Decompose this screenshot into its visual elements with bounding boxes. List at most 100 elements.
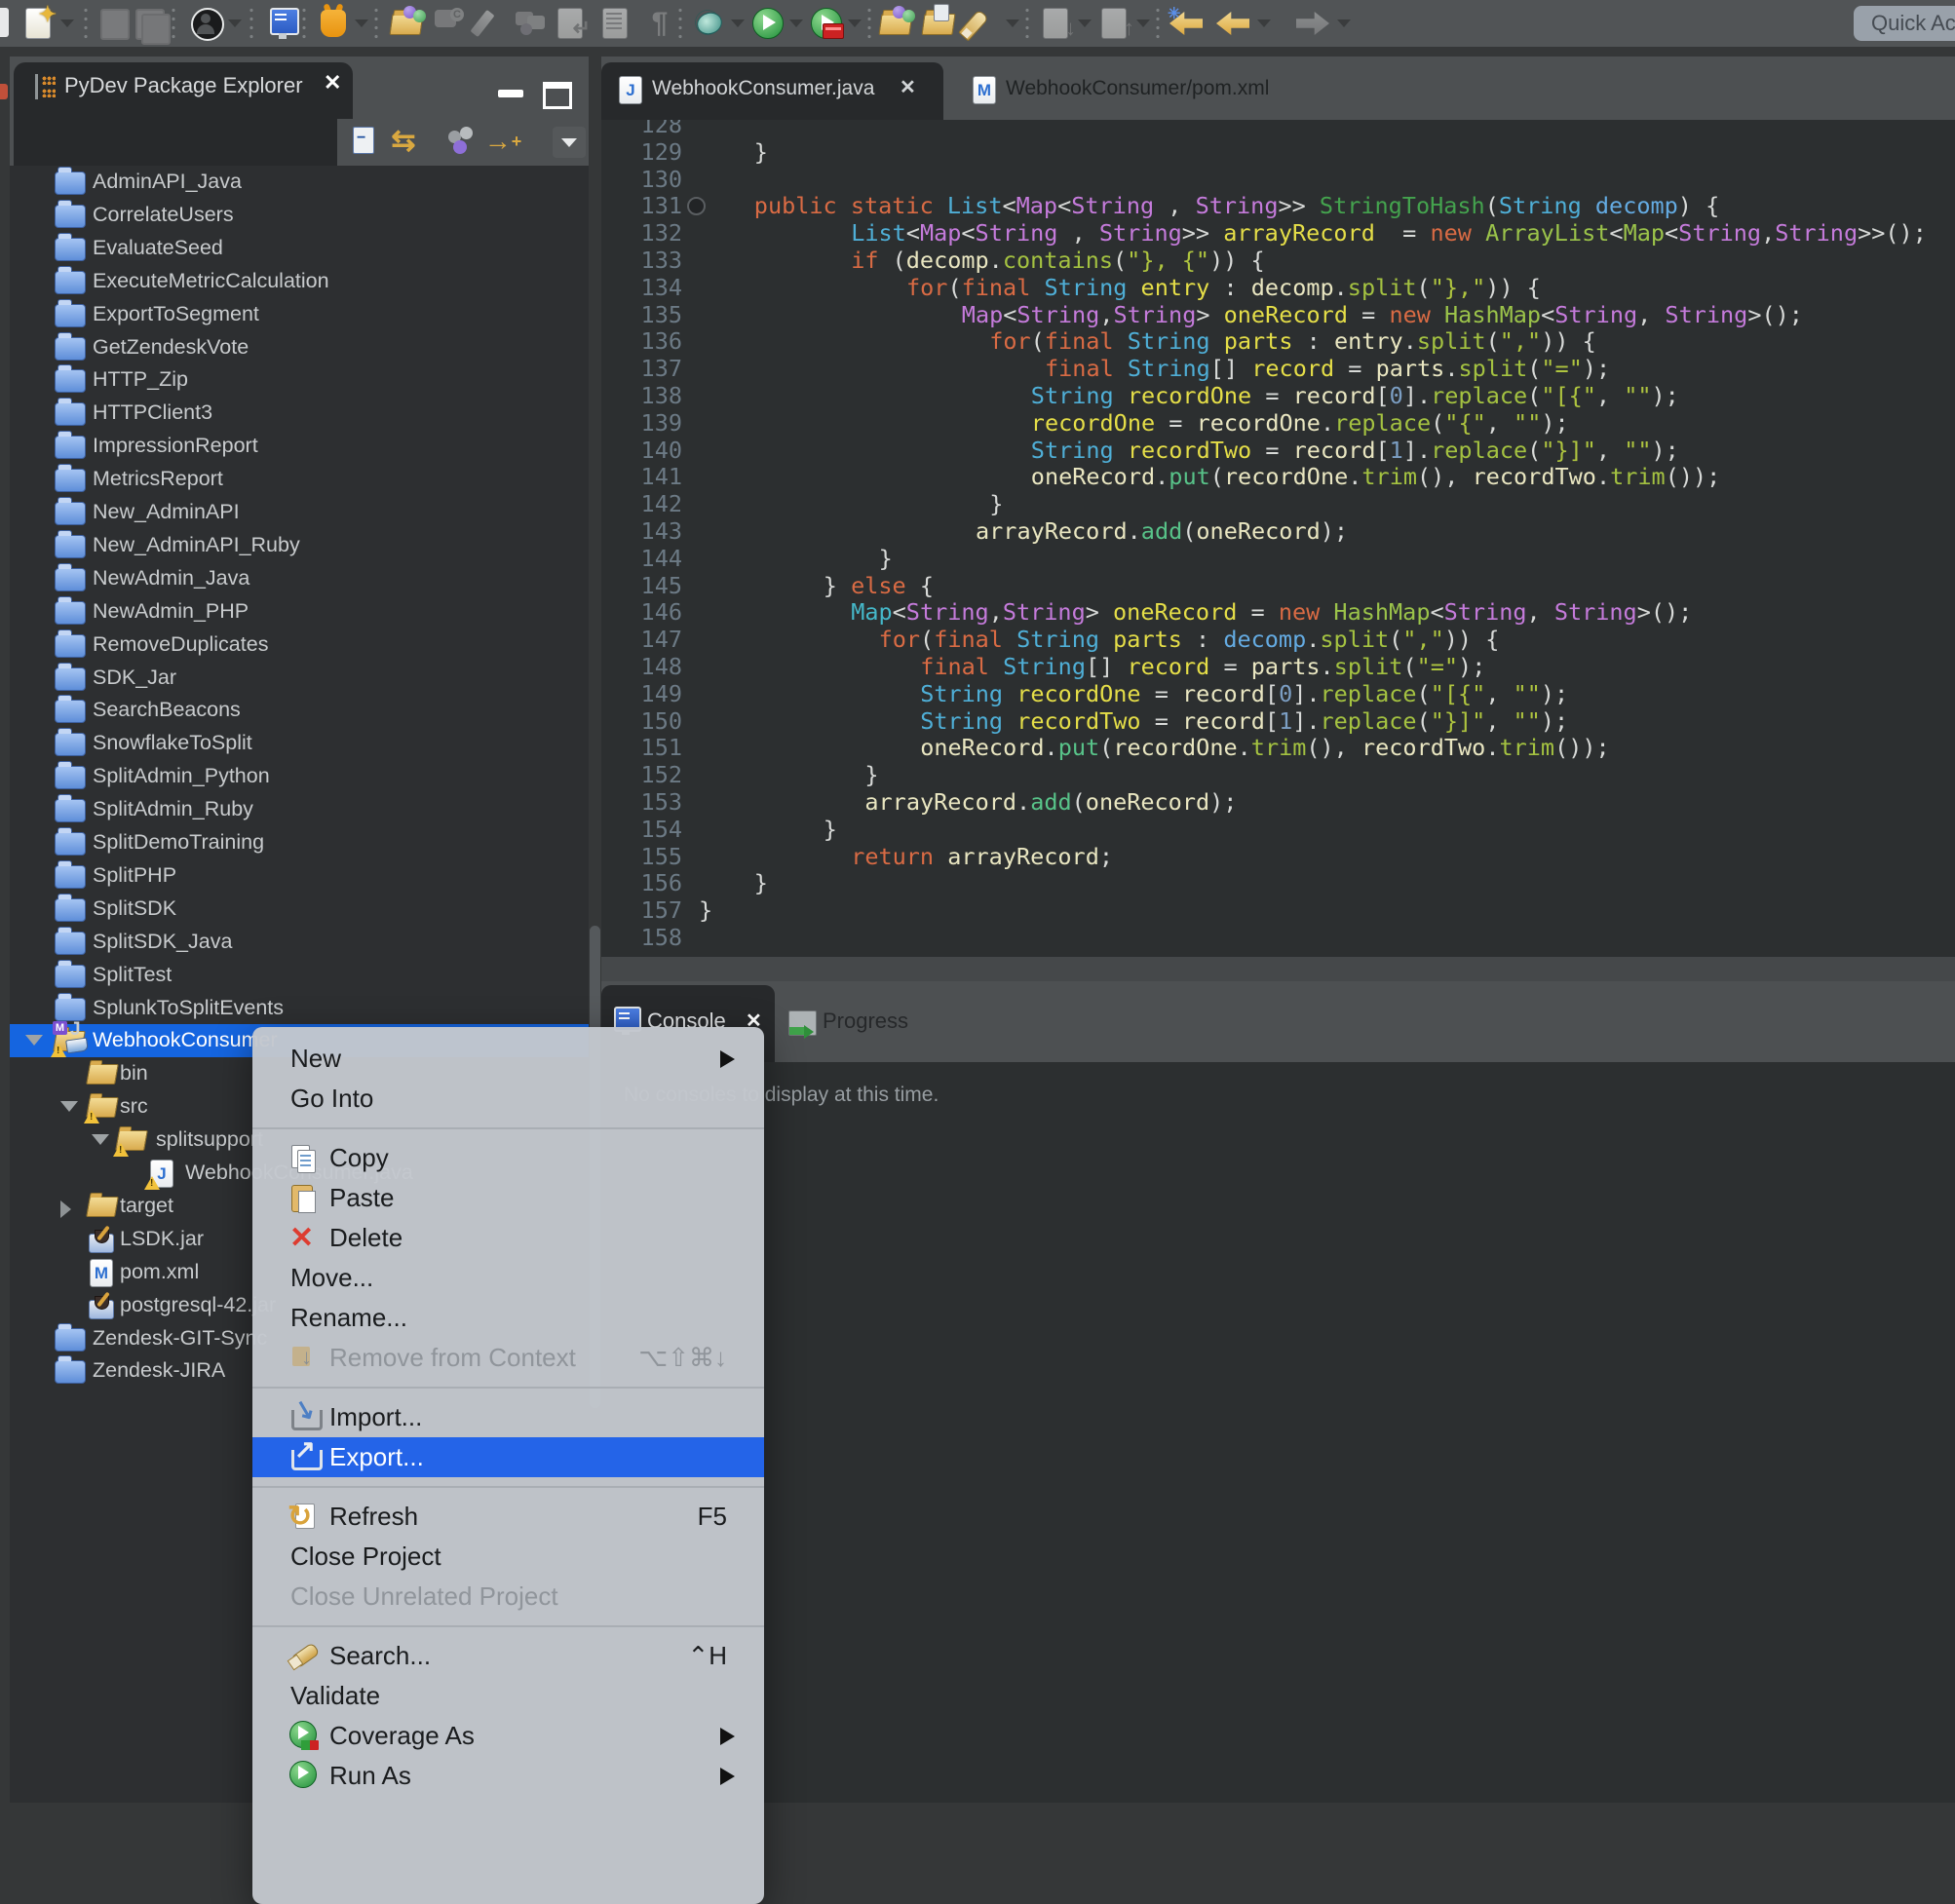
code-text: for(final String parts : decomp.split(",… — [879, 626, 1500, 653]
dropdown-caret-icon[interactable] — [731, 19, 745, 27]
dropdown-caret-icon[interactable] — [355, 19, 368, 27]
tree-item-new-adminapi[interactable]: New_AdminAPI — [10, 496, 589, 529]
menu-item-copy[interactable]: Copy — [252, 1138, 764, 1178]
menu-item-label: Move... — [290, 1263, 373, 1293]
dropdown-caret-icon[interactable] — [1006, 19, 1019, 27]
menu-item-validate[interactable]: Validate — [252, 1676, 764, 1716]
tree-item-metricsreport[interactable]: MetricsReport — [10, 463, 589, 496]
link-with-editor-icon[interactable]: ⇆ — [384, 125, 423, 160]
forward-icon[interactable] — [1294, 6, 1331, 41]
tree-item-snowflaketosplit[interactable]: SnowflakeToSplit — [10, 727, 589, 760]
tree-item-splitphp[interactable]: SplitPHP — [10, 859, 589, 893]
pin-icon[interactable]: C — [431, 6, 468, 41]
doc-down-icon[interactable]: ↓ — [1037, 6, 1074, 41]
menu-item-paste[interactable]: Paste — [252, 1178, 764, 1218]
brush-icon[interactable] — [472, 6, 509, 41]
dropdown-caret-icon[interactable] — [1257, 19, 1271, 27]
tree-item-splitsdk[interactable]: SplitSDK — [10, 893, 589, 926]
menu-item-import-[interactable]: ↘Import... — [252, 1397, 764, 1437]
doc-up-icon[interactable]: ↑ — [1095, 6, 1132, 41]
tree-item-evaluateseed[interactable]: EvaluateSeed — [10, 232, 589, 265]
menu-item-close-project[interactable]: Close Project — [252, 1537, 764, 1577]
tree-item-adminapi-java[interactable]: AdminAPI_Java — [10, 166, 589, 199]
split-orange-icon[interactable] — [316, 6, 353, 41]
tab-progress[interactable]: Progress — [788, 985, 1013, 1062]
tree-item-splitsdk-java[interactable]: SplitSDK_Java — [10, 926, 589, 959]
tree-item-splunktosplitevents[interactable]: SplunkToSplitEvents — [10, 992, 589, 1025]
menu-item-refresh[interactable]: ↻RefreshF5 — [252, 1497, 764, 1537]
coverage-icon[interactable] — [807, 6, 844, 41]
save-icon[interactable] — [96, 6, 133, 41]
tree-item-impressionreport[interactable]: ImpressionReport — [10, 430, 589, 463]
tree-item-exporttosegment[interactable]: ExportToSegment — [10, 298, 589, 331]
tree-item-searchbeacons[interactable]: SearchBeacons — [10, 694, 589, 727]
focus-on-active-task-icon[interactable]: →+ — [483, 125, 522, 160]
folder-blue-icon — [55, 895, 88, 923]
console-icon[interactable] — [265, 6, 302, 41]
folder-balls-icon[interactable] — [388, 6, 425, 41]
maximize-button[interactable] — [543, 82, 572, 109]
chevron-down-icon[interactable] — [60, 1101, 78, 1112]
dropdown-caret-icon[interactable] — [228, 19, 242, 27]
menu-item-move-[interactable]: Move... — [252, 1258, 764, 1298]
tree-item-httpclient3[interactable]: HTTPClient3 — [10, 397, 589, 430]
menu-item-coverage-as[interactable]: Coverage As — [252, 1716, 764, 1756]
chevron-down-icon[interactable] — [25, 1035, 43, 1046]
back-icon[interactable] — [1214, 6, 1251, 41]
tree-item-splitadmin-ruby[interactable]: SplitAdmin_Ruby — [10, 793, 589, 826]
user-icon[interactable] — [187, 6, 224, 41]
tree-item-splitdemotraining[interactable]: SplitDemoTraining — [10, 826, 589, 859]
dropdown-caret-icon[interactable] — [60, 19, 74, 27]
tab-pydev-package-explorer[interactable]: PyDev Package Explorer ✕ — [14, 62, 353, 166]
back-badge-icon[interactable]: ✳ — [1168, 6, 1205, 41]
dropdown-caret-icon[interactable] — [848, 19, 862, 27]
menu-item-export-[interactable]: ↗Export... — [252, 1437, 764, 1477]
tree-item-newadmin-php[interactable]: NewAdmin_PHP — [10, 595, 589, 628]
menu-item-rename-[interactable]: Rename... — [252, 1298, 764, 1338]
code-editor[interactable]: 128129}130131public static List<Map<Stri… — [601, 120, 1955, 957]
chevron-down-icon[interactable] — [92, 1134, 109, 1145]
snapshot-icon[interactable] — [511, 6, 548, 41]
tree-item-correlateusers[interactable]: CorrelateUsers — [10, 199, 589, 232]
tree-item-newadmin-java[interactable]: NewAdmin_Java — [10, 562, 589, 595]
marker-icon[interactable] — [963, 6, 1000, 41]
tree-item-new-adminapi-ruby[interactable]: New_AdminAPI_Ruby — [10, 529, 589, 562]
tree-item-splitadmin-python[interactable]: SplitAdmin_Python — [10, 760, 589, 793]
folder-clip-icon[interactable] — [920, 6, 957, 41]
folder-balls-icon[interactable] — [877, 6, 914, 41]
doc-arrow-icon[interactable]: ↵ — [552, 6, 589, 41]
tree-item-executemetriccalculation[interactable]: ExecuteMetricCalculation — [10, 265, 589, 298]
menu-item-search-[interactable]: Search...⌃H — [252, 1636, 764, 1676]
save-all-icon[interactable] — [131, 6, 168, 41]
editor-console-sash[interactable] — [601, 957, 1955, 981]
tree-item-splittest[interactable]: SplitTest — [10, 959, 589, 992]
pilcrow-icon[interactable]: ¶ — [641, 6, 678, 41]
new-doc-icon[interactable]: ✦ — [19, 6, 57, 41]
tab-webhookconsumer-java[interactable]: J WebhookConsumer.java ✕ — [601, 62, 943, 120]
menu-item-new[interactable]: New — [252, 1039, 764, 1079]
run-icon[interactable] — [748, 6, 786, 41]
dropdown-caret-icon[interactable] — [1078, 19, 1092, 27]
tree-item-getzendeskvote[interactable]: GetZendeskVote — [10, 331, 589, 364]
doc-list-icon[interactable] — [596, 6, 633, 41]
collapse-all-icon[interactable] — [345, 125, 384, 160]
bug-icon[interactable] — [690, 6, 727, 41]
tree-item-sdk-jar[interactable]: SDK_Jar — [10, 662, 589, 695]
chevron-right-icon[interactable] — [60, 1200, 71, 1218]
dropdown-caret-icon[interactable] — [789, 19, 803, 27]
quick-access-box[interactable]: Quick Access — [1854, 6, 1955, 41]
close-icon[interactable]: ✕ — [900, 75, 916, 99]
dropdown-caret-icon[interactable] — [1337, 19, 1351, 27]
dropdown-caret-icon[interactable] — [1136, 19, 1150, 27]
line-number: 128 — [601, 120, 682, 138]
filters-icon[interactable] — [442, 125, 481, 160]
view-menu-icon[interactable] — [553, 127, 586, 158]
tree-item-http-zip[interactable]: HTTP_Zip — [10, 363, 589, 397]
menu-item-delete[interactable]: ✕Delete — [252, 1218, 764, 1258]
tab-webhookconsumer-pom-xml[interactable]: M WebhookConsumer/pom.xml — [955, 62, 1325, 120]
minimize-button[interactable] — [498, 90, 523, 97]
menu-item-go-into[interactable]: Go Into — [252, 1079, 764, 1119]
menu-item-run-as[interactable]: Run As — [252, 1756, 764, 1796]
close-icon[interactable]: ✕ — [324, 70, 341, 95]
tree-item-removeduplicates[interactable]: RemoveDuplicates — [10, 628, 589, 662]
